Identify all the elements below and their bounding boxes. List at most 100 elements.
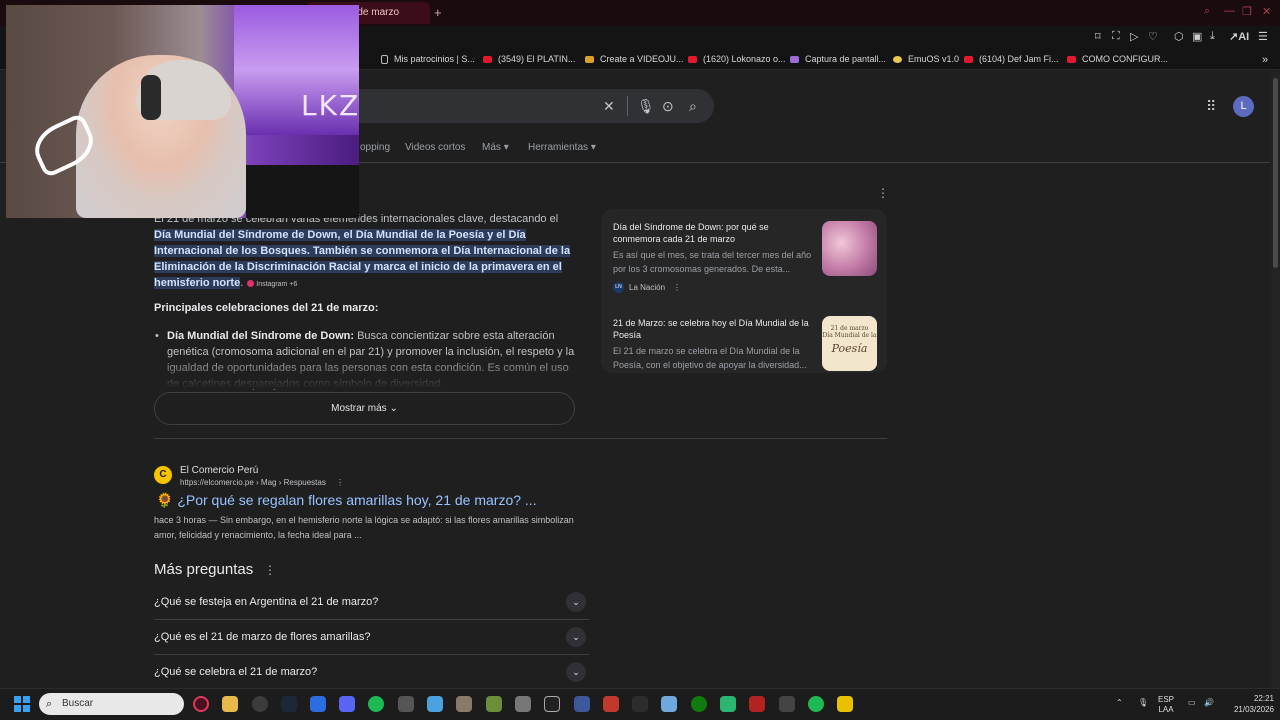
network-icon[interactable]: ▭ [1188,698,1196,708]
chrome-icon[interactable] [252,696,268,712]
tray-overflow-icon[interactable]: ⌃ [1116,698,1123,708]
lens-icon[interactable]: ⊙ [662,98,674,115]
side-card-thumbnail[interactable] [822,221,877,276]
desk [246,165,359,218]
microphone-icon[interactable]: 🎙 [637,98,655,115]
filter-videos-cortos[interactable]: Videos cortos [405,142,465,153]
scrollbar-thumb[interactable] [1273,78,1278,268]
play-icon[interactable]: ▷ [1130,30,1138,43]
app-icon[interactable] [632,696,648,712]
app-icon[interactable] [720,696,736,712]
divider [154,619,589,620]
bookmark-item[interactable]: COMO CONFIGUR... [1067,54,1168,64]
app-icon[interactable] [661,696,677,712]
apps-grid-icon[interactable]: ⠿ [1206,98,1216,115]
xbox-icon[interactable] [691,696,707,712]
tab-search-icon[interactable]: ⌕ [1204,5,1210,18]
bookmark-icon[interactable]: ⌑ [1095,30,1101,43]
bookmark-item[interactable]: Create a VIDEOJU... [585,54,684,64]
more-options-icon[interactable]: ⋮ [673,283,681,292]
search-icon[interactable]: ⌕ [689,98,697,115]
app-icon[interactable] [837,696,853,712]
app-icon[interactable] [749,696,765,712]
side-card-thumbnail[interactable]: 21 de marzo Día Mundial de la Poesía [822,316,877,371]
minimize-icon[interactable]: — [1224,5,1235,17]
paa-question[interactable]: ¿Qué se celebra el 21 de marzo? [154,666,589,678]
menu-icon[interactable]: ☰ [1258,30,1268,43]
bitwarden-icon[interactable] [574,696,590,712]
result-title-link[interactable]: 🌻 ¿Por qué se regalan flores amarillas h… [156,492,537,509]
opera-gx-icon[interactable] [193,696,209,712]
filter-shopping[interactable]: opping [360,142,390,153]
game-icon[interactable] [486,696,502,712]
volume-icon[interactable]: 🔊 [1204,698,1214,708]
search-divider [627,96,628,116]
more-options-icon[interactable]: ⋮ [336,478,344,487]
ai-button[interactable]: ↗AI [1229,30,1249,43]
heart-icon[interactable]: ♡ [1148,30,1158,43]
steam-icon[interactable] [281,696,297,712]
microphone-icon[interactable]: 🎙 [1138,698,1148,708]
close-icon[interactable]: ✕ [1262,5,1271,18]
chevron-down-icon[interactable]: ⌄ [566,662,586,682]
bookmark-item[interactable]: (1620) Lokonazo o... [688,54,786,64]
screenshot-icon[interactable]: ⛶ [1112,30,1120,43]
app-icon[interactable] [603,696,619,712]
clear-icon[interactable]: ✕ [603,98,615,115]
filter-mas[interactable]: Más ▾ [482,142,509,153]
show-more-button[interactable]: Mostrar más ⌄ [154,392,575,425]
la-nacion-logo: LN [613,282,624,293]
file-explorer-icon[interactable] [222,696,238,712]
spotify-icon[interactable] [808,696,824,712]
result-url[interactable]: https://elcomercio.pe › Mag › Respuestas… [180,478,344,487]
chevron-down-icon[interactable]: ⌄ [566,627,586,647]
paa-question[interactable]: ¿Qué es el 21 de marzo de flores amarill… [154,631,589,643]
side-card-snippet: Es así que el mes, se trata del tercer m… [613,250,812,274]
chevron-down-icon[interactable]: ⌄ [566,592,586,612]
capture-icon [790,55,799,63]
side-card-title[interactable]: 21 de Marzo: se celebra hoy el Día Mundi… [613,317,813,341]
notepad-icon[interactable] [427,696,443,712]
bookmark-item[interactable]: (6104) Def Jam Fi... [964,54,1059,64]
app-icon[interactable] [398,696,414,712]
app-icon[interactable] [310,696,326,712]
avatar[interactable]: L [1233,96,1254,117]
paa-question[interactable]: ¿Qué se festeja en Argentina el 21 de ma… [154,596,589,608]
bookmark-label: (3549) El PLATIN... [498,54,576,64]
overview-highlight: Día Mundial del Síndrome de Down, el Día… [154,229,571,289]
source-chip[interactable]: Instagram +6 [247,280,298,288]
game-icon[interactable] [456,696,472,712]
app-icon[interactable] [544,696,560,712]
filter-mas-label: Más [482,142,501,153]
text-fade [150,355,590,389]
bookmark-item[interactable]: (3549) El PLATIN... [483,54,575,64]
spotify-icon[interactable] [368,696,384,712]
more-options-icon[interactable]: ⋮ [877,186,889,200]
taskbar-search[interactable]: ⌕ Buscar [39,693,184,715]
bookmark-item[interactable]: Captura de pantall... [790,54,886,64]
bookmark-label: (6104) Def Jam Fi... [979,54,1059,64]
wallet-icon[interactable]: ▣ [1192,30,1202,43]
side-card-source[interactable]: LN La Nación ⋮ [613,282,681,293]
language-indicator[interactable]: ESP LAA [1158,695,1174,715]
filter-herramientas[interactable]: Herramientas ▾ [528,142,596,153]
bookmarks-overflow-icon[interactable]: » [1262,54,1268,66]
clock[interactable]: 22:21 21/03/2026 [1220,693,1278,715]
caret-down-icon: ▾ [590,142,596,153]
download-icon[interactable]: ⤓ [1210,30,1215,43]
side-card-title[interactable]: Día del Síndrome de Down: por qué se con… [613,221,813,245]
bookmark-label: EmuOS v1.0 [908,54,960,64]
bookmark-item[interactable]: Mis patrocinios | S... [381,54,475,64]
app-icon[interactable] [779,696,795,712]
restore-icon[interactable]: ❐ [1242,5,1252,18]
result-site-name[interactable]: El Comercio Perú [180,465,258,476]
extensions-icon[interactable]: ⬡ [1174,30,1184,43]
windows-start-icon[interactable] [14,696,30,712]
source-chip-label: Instagram +6 [256,281,298,288]
car-game-icon[interactable] [515,696,531,712]
new-tab-button[interactable]: + [434,5,442,20]
bookmark-item[interactable]: EmuOS v1.0 [893,54,959,64]
more-options-icon[interactable]: ⋮ [264,563,276,577]
discord-icon[interactable] [339,696,355,712]
divider [154,654,589,655]
